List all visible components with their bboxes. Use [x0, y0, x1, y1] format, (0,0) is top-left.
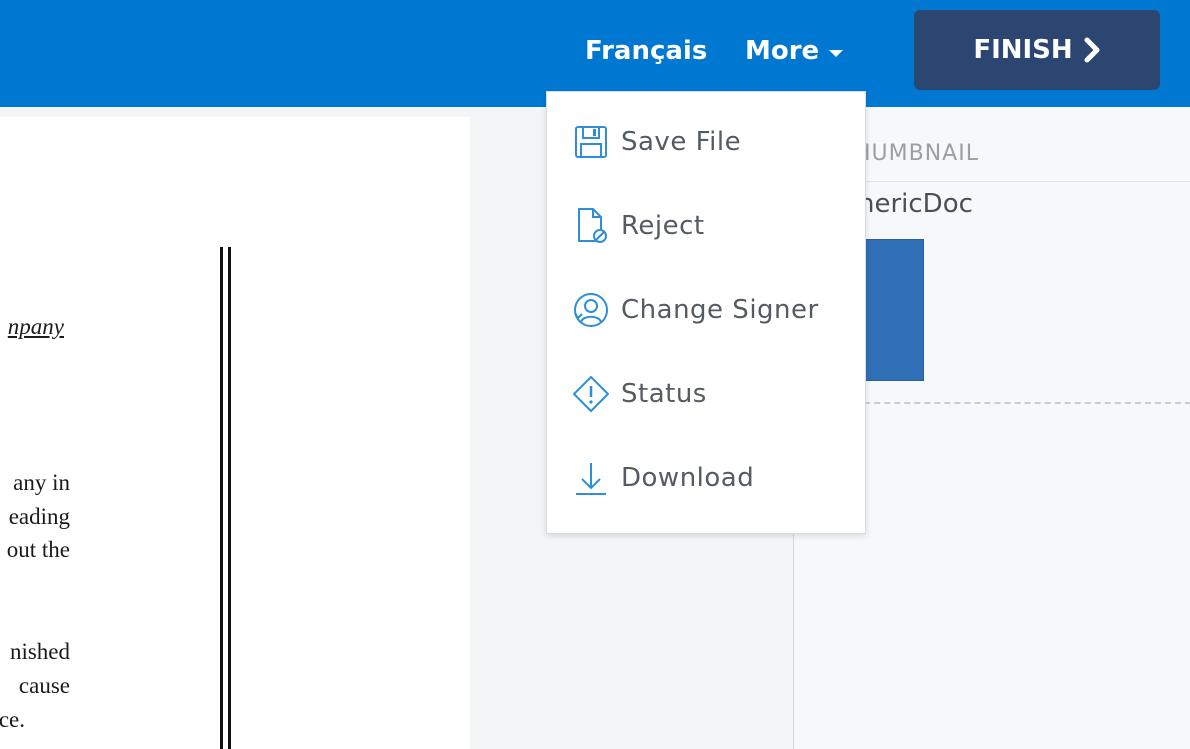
menu-item-label: Change Signer — [621, 295, 819, 325]
menu-item-label: Download — [621, 463, 755, 493]
menu-item-status[interactable]: Status — [547, 352, 865, 436]
menu-item-label: Status — [621, 379, 707, 409]
change-signer-icon — [571, 290, 611, 330]
more-menu-toggle[interactable]: More — [745, 32, 844, 70]
thumbnail-heading: HUMBNAIL — [854, 141, 979, 166]
document-text-line: nished — [9, 639, 70, 664]
menu-item-download[interactable]: Download — [547, 436, 865, 520]
document-page: npany any in eading out the nished cause… — [0, 117, 470, 749]
more-dropdown-menu: Save File Reject Change Signer Status Do… — [546, 91, 866, 534]
document-border-line — [228, 247, 231, 749]
save-file-icon — [571, 122, 611, 162]
document-text-line: ce. — [0, 707, 25, 732]
menu-item-reject[interactable]: Reject — [547, 184, 865, 268]
menu-item-label: Save File — [621, 127, 742, 157]
caret-down-icon — [829, 49, 844, 57]
menu-item-change-signer[interactable]: Change Signer — [547, 268, 865, 352]
document-text-line: out the — [6, 537, 70, 562]
document-text-line: eading — [8, 504, 70, 529]
document-border-line — [220, 247, 223, 749]
menu-item-save-file[interactable]: Save File — [547, 100, 865, 184]
finish-button[interactable]: FINISH — [914, 10, 1160, 90]
language-toggle-link[interactable]: Français — [585, 32, 707, 70]
reject-document-icon — [571, 206, 611, 246]
chevron-right-icon — [1084, 37, 1100, 63]
more-label: More — [745, 36, 820, 66]
document-text-line: npany — [7, 314, 64, 339]
status-warning-icon — [571, 374, 611, 414]
menu-item-label: Reject — [621, 211, 705, 241]
document-text-line: any in — [13, 470, 70, 495]
document-text-line: cause — [18, 673, 70, 698]
finish-label: FINISH — [973, 35, 1073, 65]
download-icon — [571, 458, 611, 498]
